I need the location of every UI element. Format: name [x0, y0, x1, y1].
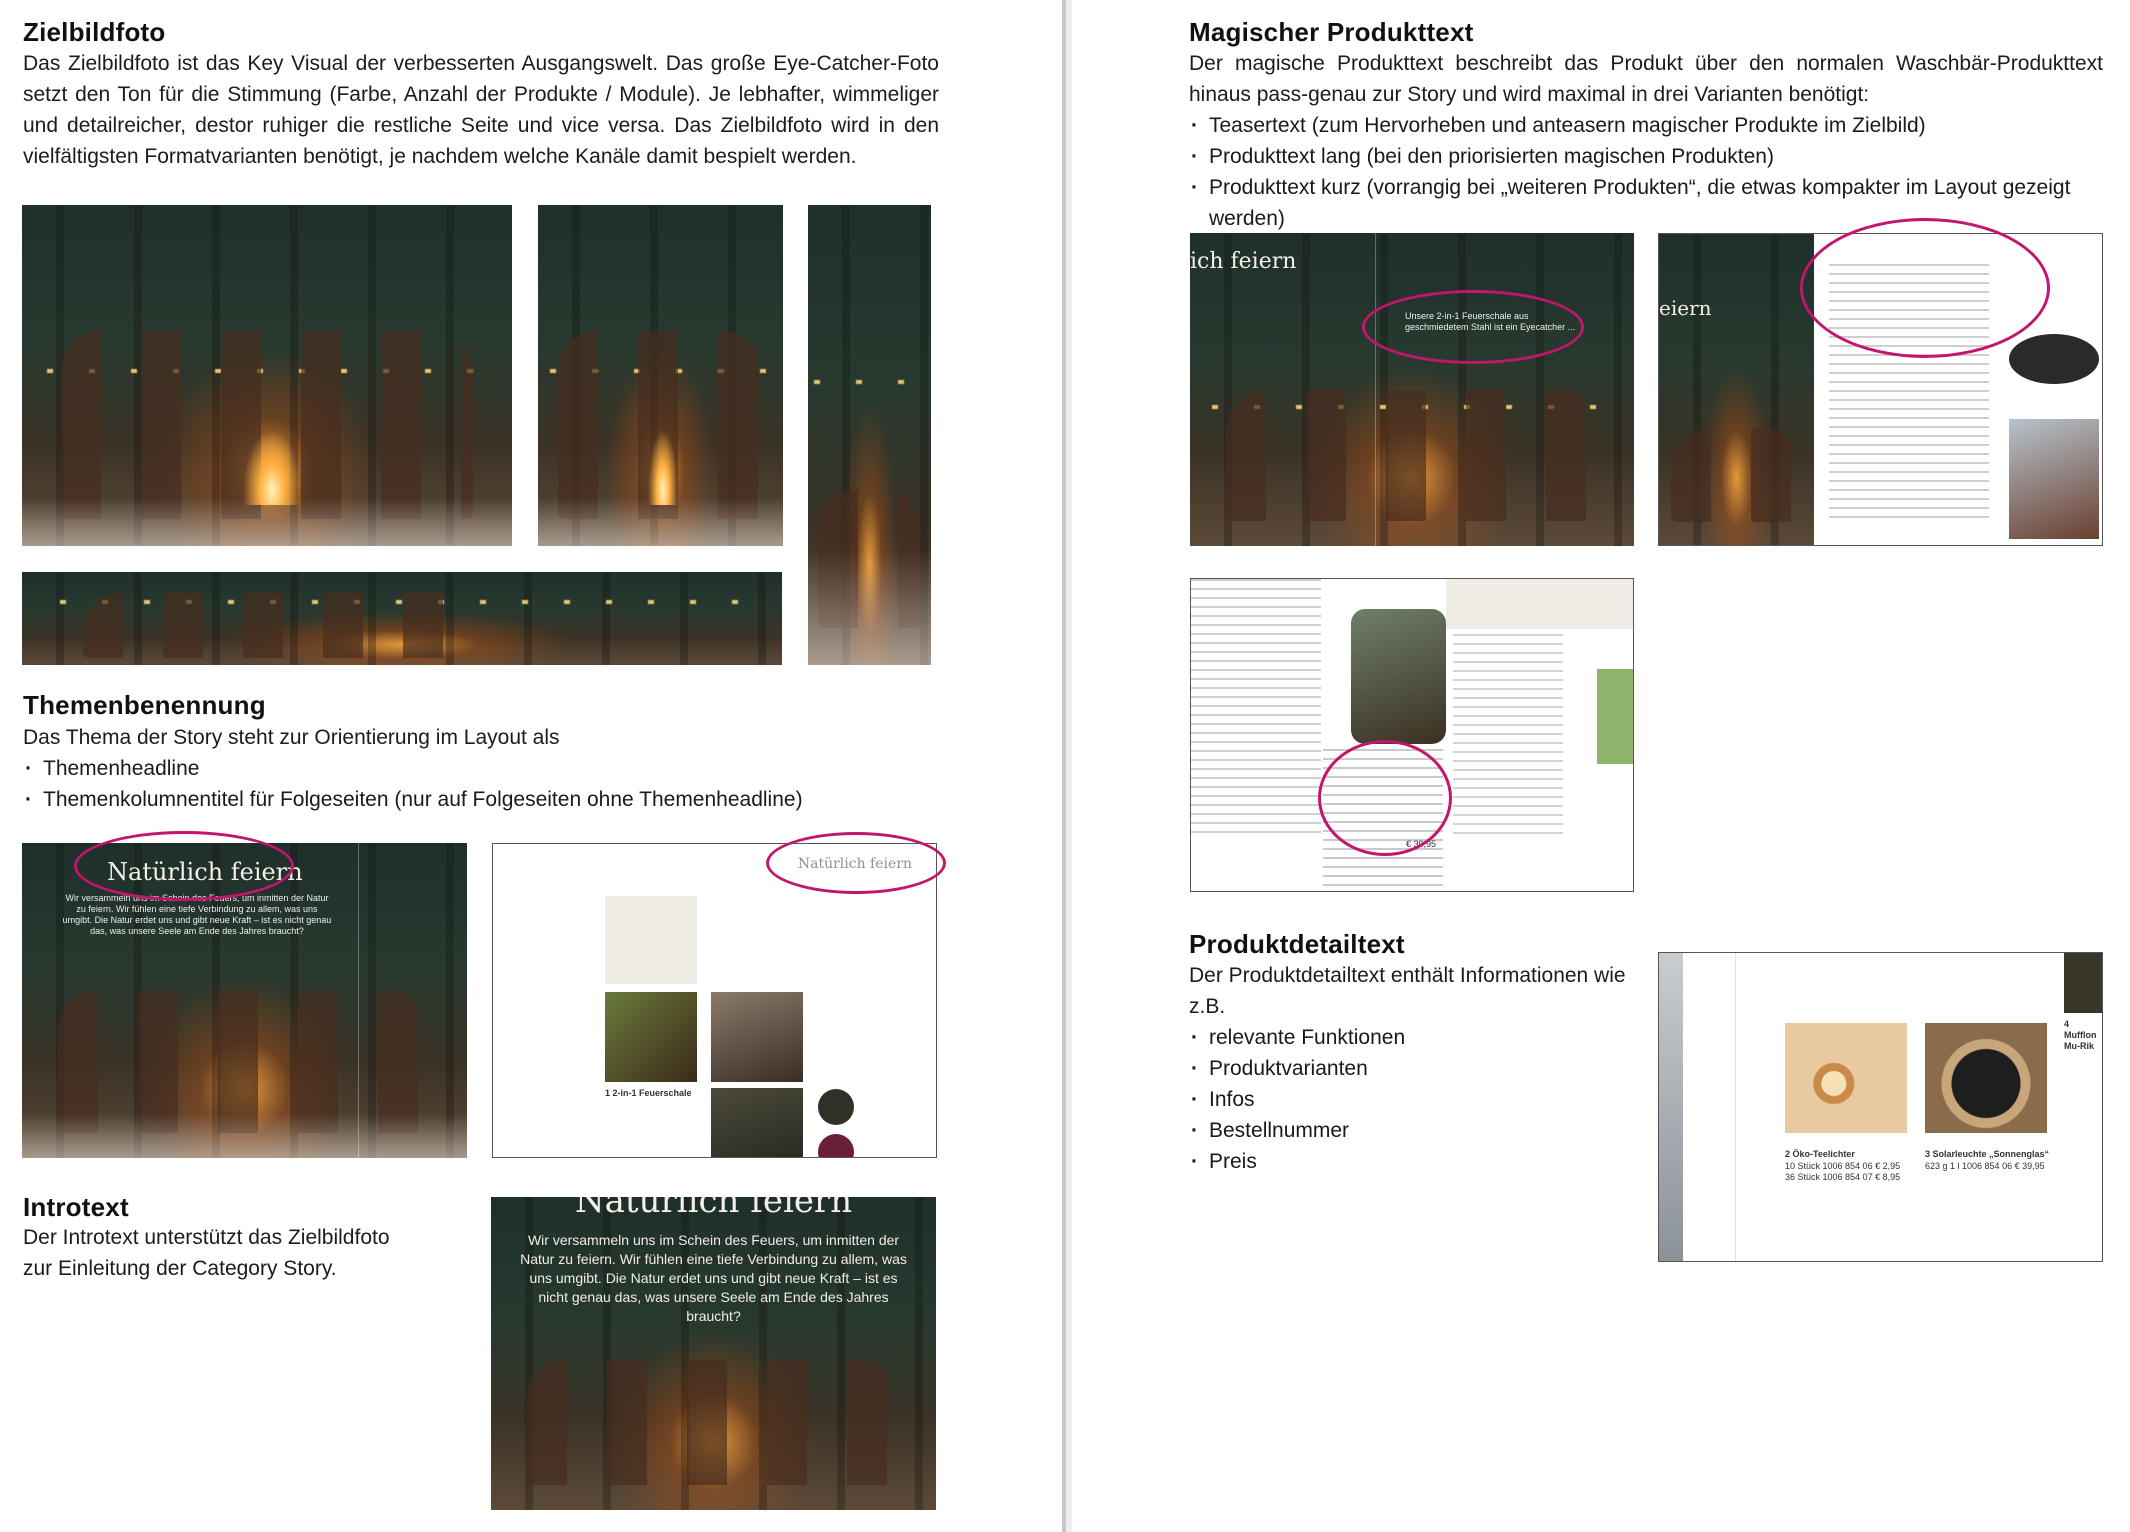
- highlight-circle: [1800, 218, 2050, 358]
- product-card-line: 36 Stück 1006 854 07 € 8,95: [1785, 1172, 1901, 1182]
- product-image-teelichter: [1785, 1023, 1907, 1133]
- zielbild-photo-narrow: [808, 205, 931, 665]
- introtext-sample-title: Natürlich feiern: [574, 1197, 853, 1221]
- introtext-heading: Introtext: [23, 1192, 129, 1222]
- produkttext-lang-title: eiern: [1659, 296, 1712, 320]
- introtext-line1: Der Introtext unterstützt das Zielbildfo…: [23, 1226, 390, 1249]
- produktdetail-sample: 2 Öko-Teelichter 10 Stück 1006 854 06 € …: [1658, 952, 2103, 1262]
- zielbild-photo-landscape: [22, 205, 512, 546]
- zielbildfoto-heading: Zielbildfoto: [23, 17, 166, 47]
- list-item: Produkttext lang (bei den priorisierten …: [1189, 141, 2109, 172]
- list-item: Preis: [1189, 1146, 1609, 1177]
- produktdetail-heading: Produktdetailtext: [1189, 929, 1405, 959]
- zielbildfoto-text: Das Zielbildfoto ist das Key Visual der …: [23, 52, 939, 168]
- magischer-text: Der magische Produkttext beschreibt das …: [1189, 52, 2103, 106]
- produktdetail-line1: Der Produktdetailtext enthält Informatio…: [1189, 964, 1626, 987]
- list-item: Teasertext (zum Hervorheben und anteaser…: [1189, 110, 2109, 141]
- product-image-solarleuchte: [1925, 1023, 2047, 1133]
- list-item: Infos: [1189, 1084, 1609, 1115]
- zielbild-photo-portrait: [538, 205, 783, 546]
- zielbild-photo-banner: [22, 572, 782, 665]
- highlight-circle: [74, 831, 294, 901]
- themenbenennung-heading: Themenbenennung: [23, 690, 266, 720]
- list-item: relevante Funktionen: [1189, 1022, 1609, 1053]
- introtext-sample-text: Wir versammeln uns im Schein des Feuers,…: [520, 1232, 907, 1324]
- themenbenennung-text: Das Thema der Story steht zur Orientieru…: [23, 726, 560, 749]
- introtext-sample: Natürlich feiern Wir versammeln uns im S…: [491, 1197, 936, 1510]
- highlight-circle: [1318, 740, 1452, 856]
- highlight-circle: [766, 832, 946, 894]
- teasertext-sample: ich feiern Unsere 2-in-1 Feuerschale aus…: [1190, 233, 1634, 546]
- produktdetail-list: relevante Funktionen Produktvarianten In…: [1189, 1022, 1609, 1177]
- introtext-line2: zur Einleitung der Category Story.: [23, 1257, 337, 1280]
- teasertext-spread-title: ich feiern: [1190, 249, 1297, 274]
- product-card-title: 2 Öko-Teelichter: [1785, 1149, 1855, 1159]
- page-divider: [1062, 0, 1072, 1532]
- themenbenennung-list: Themenheadline Themenkolumnentitel für F…: [23, 753, 923, 815]
- product-side-text: 4 Mufflon Mu-Rik: [2064, 1019, 2097, 1051]
- product-card-line: 10 Stück 1006 854 06 € 2,95: [1785, 1161, 1901, 1171]
- highlight-circle: [1362, 290, 1584, 364]
- magischer-list: Teasertext (zum Hervorheben und anteaser…: [1189, 110, 2109, 234]
- product-card-title: 3 Solarleuchte „Sonnenglas“: [1925, 1149, 2050, 1159]
- list-item: Themenheadline: [23, 753, 923, 784]
- list-item: Themenkolumnentitel für Folgeseiten (nur…: [23, 784, 923, 815]
- magischer-heading: Magischer Produkttext: [1189, 17, 1474, 47]
- product-card-line: 623 g 1 l 1006 854 06 € 39,95: [1925, 1161, 2045, 1171]
- produktdetail-line2: z.B.: [1189, 995, 1226, 1018]
- list-item: Produktvarianten: [1189, 1053, 1609, 1084]
- list-item: Bestellnummer: [1189, 1115, 1609, 1146]
